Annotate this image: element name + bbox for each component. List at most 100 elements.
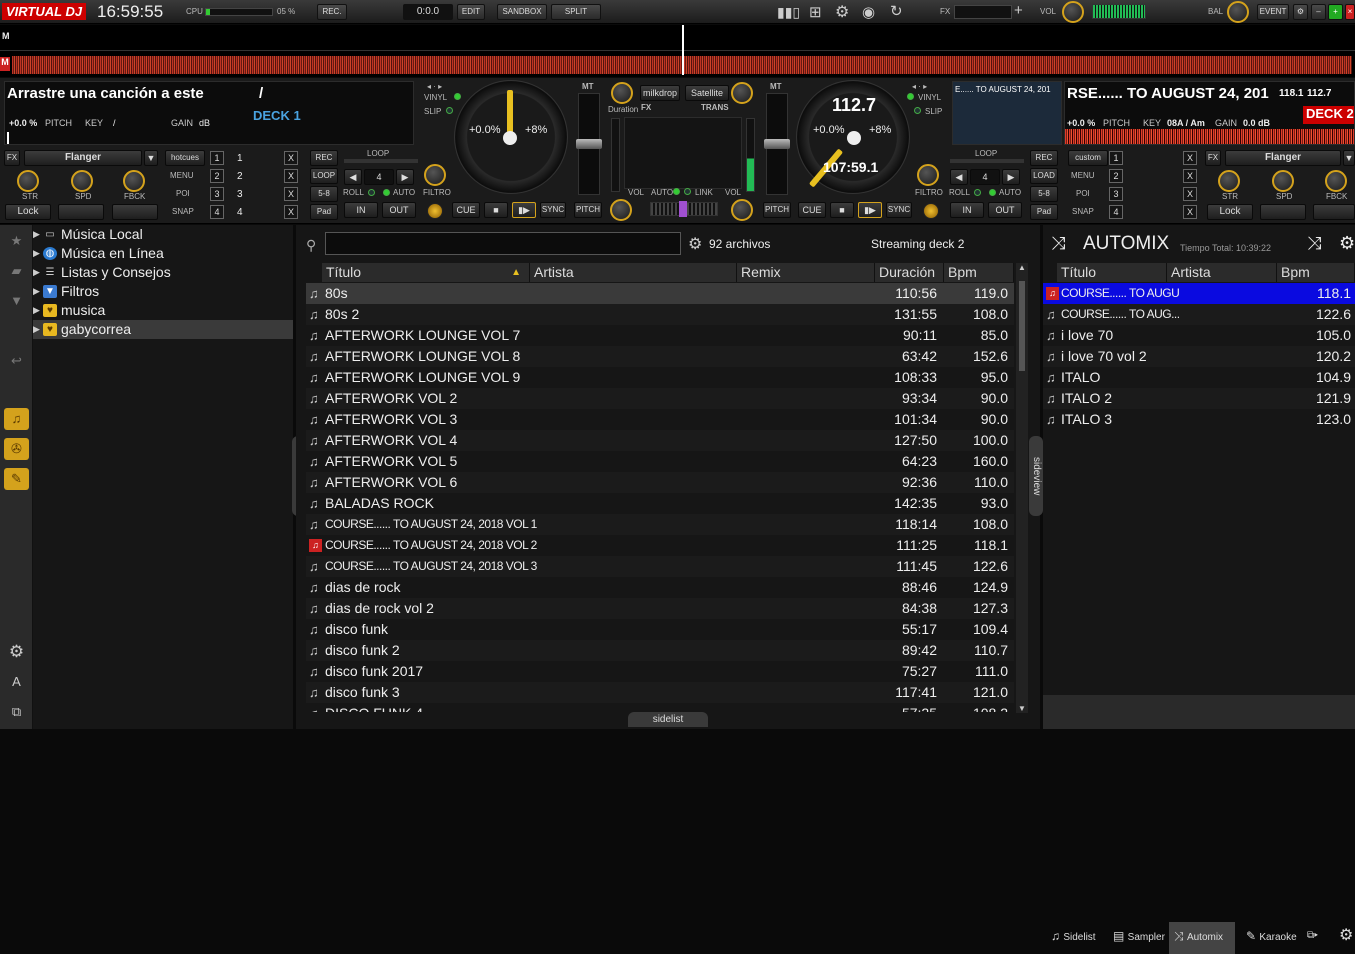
deck1-pad-1[interactable]: 1 [210,151,224,165]
mixer-gain-knob-left[interactable] [611,82,633,104]
table-row[interactable]: ♫ AFTERWORK LOUNGE VOL 8 63:42 152.6 [306,346,1014,367]
automix-row[interactable]: ♫ i love 70 vol 2 120.2 [1043,346,1355,367]
deck2-vinyl-led[interactable] [907,93,914,100]
deck1-clear-4[interactable]: X [284,205,298,219]
crossfader[interactable] [650,201,718,217]
deck2-fx-slot3[interactable] [1313,204,1355,220]
tree-item-filtros[interactable]: ▶ ▼ Filtros [33,282,293,301]
table-row[interactable]: ♫ BALADAS ROCK 142:35 93.0 [306,493,1014,514]
deck1-lock-button[interactable]: Lock [5,204,51,220]
deck2-loop-half-icon[interactable]: ◀ [950,169,968,185]
deck1-roll-led[interactable] [368,189,375,196]
deck2-58-button[interactable]: 5-8 [1030,186,1058,202]
deck2-auto-led[interactable] [989,189,996,196]
deck2-str-knob[interactable] [1218,170,1240,192]
tree-item-gabycorrea[interactable]: ▶ ♥ gabycorrea [33,320,293,339]
scrollbar[interactable]: ▲ ▼ [1016,263,1028,713]
deck1-pitch-button[interactable]: PITCH [574,202,602,218]
deck2-nav-icons[interactable]: ◂ · ▸ [912,82,927,91]
master-volume-knob[interactable] [1062,1,1084,23]
tree-item-listas[interactable]: ▶ ☰ Listas y Consejos [33,263,293,282]
deck1-info[interactable]: Arrastre una canción a este / DECK 1 +0.… [4,81,414,145]
deck2-stop-icon[interactable]: ■ [830,202,854,218]
deck1-play-pause-icon[interactable]: ▮▶ [512,202,536,218]
mixer-volume-knob-left[interactable] [610,199,632,221]
deck2-clear-4[interactable]: X [1183,205,1197,219]
deck1-pad-3[interactable]: 3 [210,187,224,201]
deck2-pitch-fader[interactable] [764,93,790,195]
mixer-preset-button[interactable]: milkdrop [640,85,680,101]
deck2-slip-led[interactable] [914,107,921,114]
automix-row[interactable]: ♫ ITALO 104.9 [1043,367,1355,388]
deck2-pad-1[interactable]: 1 [1109,151,1123,165]
table-row[interactable]: ♫ disco funk 3 117:41 121.0 [306,682,1014,703]
automix-column-title[interactable]: Título [1057,263,1167,282]
deck2-fx-slot2[interactable] [1260,204,1306,220]
deck2-clear-3[interactable]: X [1183,187,1197,201]
table-row[interactable]: ♫ AFTERWORK VOL 4 127:50 100.0 [306,430,1014,451]
deck1-pad-button[interactable]: Pad [310,204,338,220]
tab-sidelist[interactable]: ♫ Sidelist [1051,922,1096,954]
mixer-icon[interactable]: ⊞ [809,3,822,21]
deck2-pad-button[interactable]: Pad [1030,204,1058,220]
table-row[interactable]: ♫ disco funk 2017 75:27 111.0 [306,661,1014,682]
automix-row[interactable]: ♫ i love 70 105.0 [1043,325,1355,346]
deck1-jog-wheel[interactable]: +0.0% +8% [454,80,568,194]
deck1-clear-2[interactable]: X [284,169,298,183]
deck2-lock-button[interactable]: Lock [1207,204,1253,220]
table-row[interactable]: ♫ AFTERWORK LOUNGE VOL 7 90:11 85.0 [306,325,1014,346]
table-row[interactable]: ♫ AFTERWORK VOL 2 93:34 90.0 [306,388,1014,409]
folder-add-icon[interactable]: ▰ [4,260,29,282]
deck2-roll-led[interactable] [974,189,981,196]
deck1-pad-4[interactable]: 4 [210,205,224,219]
tree-item-musica[interactable]: ▶ ♥ musica [33,301,293,320]
deck2-jog-wheel[interactable]: 112.7 +0.0% +8% 107:59.1 [796,80,910,194]
mixer-source-button[interactable]: Satellite [685,85,729,101]
deck2-fx-button[interactable]: FX [1205,150,1221,166]
panel-settings-icon[interactable]: ⚙ [1339,922,1353,954]
table-row[interactable]: ♫ 80s 2 131:55 108.0 [306,304,1014,325]
scroll-up-icon[interactable]: ▲ [1016,263,1028,272]
scroll-down-icon[interactable]: ▼ [1016,704,1028,713]
automix-column-artist[interactable]: Artista [1167,263,1277,282]
close-icon[interactable]: × [1345,4,1355,20]
table-row[interactable]: ♫ AFTERWORK LOUNGE VOL 9 108:33 95.0 [306,367,1014,388]
tab-automix[interactable]: ⤨ Automix [1169,922,1235,954]
star-icon[interactable]: ★ [4,230,29,252]
table-row[interactable]: ♫ COURSE...... TO AUGUST 24, 2018 VOL 2 11… [306,535,1014,556]
deck1-rec-button[interactable]: REC [310,150,338,166]
balance-knob[interactable] [1227,1,1249,23]
automix-shuffle-icon[interactable]: ⤨ [1307,233,1321,254]
deck1-slip-led[interactable] [446,107,453,114]
deck2-effect-select[interactable]: Flanger [1225,150,1341,166]
mixer-link-led[interactable] [684,188,691,195]
deck2-spd-knob[interactable] [1272,170,1294,192]
plugin-icon[interactable]: ⧉▸ [1307,922,1318,954]
deck1-auto-led[interactable] [383,189,390,196]
deck1-vinyl-led[interactable] [454,93,461,100]
deck2-clear-2[interactable]: X [1183,169,1197,183]
table-row[interactable]: ♫ COURSE...... TO AUGUST 24, 2018 VOL 3 11… [306,556,1014,577]
split-button[interactable]: SPLIT [551,4,601,20]
deck1-58-button[interactable]: 5-8 [310,186,338,202]
deck1-sync-button[interactable]: SYNC [540,202,566,218]
deck1-pad-mode[interactable]: hotcues [165,150,205,166]
deck2-effect-dropdown-icon[interactable]: ▼ [1343,150,1355,166]
deck2-in-button[interactable]: IN [950,202,984,218]
minimize-icon[interactable]: – [1311,4,1326,20]
deck1-effect-dropdown-icon[interactable]: ▼ [144,150,158,166]
table-row[interactable]: ♫ dias de rock 88:46 124.9 [306,577,1014,598]
settings-gear-icon[interactable]: ⚙ [4,641,29,663]
deck2-clear-1[interactable]: X [1183,151,1197,165]
eye-icon[interactable]: ◉ [862,3,875,21]
deck2-pad-mode[interactable]: custom [1068,150,1108,166]
mixer-volume-knob-right[interactable] [731,199,753,221]
table-row[interactable]: ♫ AFTERWORK VOL 6 92:36 110.0 [306,472,1014,493]
deck1-fbck-knob[interactable] [123,170,145,192]
deck1-nav-icons[interactable]: ◂ · ▸ [427,82,442,91]
deck1-stop-icon[interactable]: ■ [484,202,508,218]
deck1-clear-3[interactable]: X [284,187,298,201]
deck1-effect-select[interactable]: Flanger [24,150,142,166]
deck1-loop-button[interactable]: LOOP [310,168,338,184]
deck1-pad-2[interactable]: 2 [210,169,224,183]
